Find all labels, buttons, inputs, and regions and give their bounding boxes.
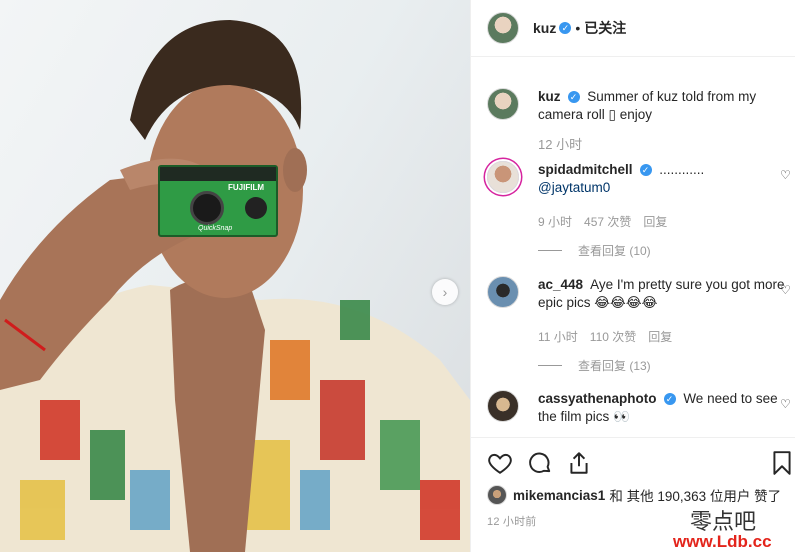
reply-button[interactable]: 回复 [643,213,667,230]
divider [538,250,562,251]
chevron-right-icon: › [442,284,448,300]
verified-badge-icon: ✓ [567,91,580,104]
comment-likes[interactable]: 457 次赞 [584,213,631,230]
list-item: ac_448 Aye I'm pretty sure you got more … [487,276,791,374]
view-replies-button[interactable]: 查看回复 (13) [538,357,787,374]
bookmark-icon[interactable] [769,450,795,476]
caption-time: 12 小时 [538,137,583,152]
comment-likes[interactable]: 110 次赞 [590,328,636,345]
separator-dot: • [575,20,581,36]
verified-badge-icon: ✓ [559,22,572,34]
commenter-avatar[interactable] [487,276,519,308]
post-action-bar [471,437,795,487]
next-photo-button[interactable]: › [432,279,458,305]
caption-comment: kuz ✓ Summer of kuz told from my camera r… [487,88,787,153]
camera-top-bar [160,167,276,181]
likes-count-text: 和 其他 190,363 位用户 赞了 [609,489,782,504]
list-item: cassyathenaphoto ✓ We need to see the fil… [487,390,791,426]
comment-time: 9 小时 [538,215,573,229]
disposable-camera: FUJIFILM QuickSnap [158,165,278,237]
follow-status-button[interactable]: 已关注 [584,18,626,38]
liker-username[interactable]: mikemancias1 [513,488,605,503]
verified-badge-icon: ✓ [639,164,652,177]
post-side-panel: kuz ✓ • 已关注 kuz ✓ Summer of kuz told from… [470,0,795,552]
commenter-username[interactable]: spidadmitchell [538,162,633,177]
view-replies-button[interactable]: 查看回复 (10) [538,242,787,259]
author-avatar[interactable] [487,12,519,44]
commenter-avatar[interactable] [487,161,519,193]
reply-button[interactable]: 回复 [648,328,672,345]
like-comment-heart-icon[interactable]: ♡ [780,398,792,410]
commenter-username[interactable]: ac_448 [538,277,583,292]
like-heart-icon[interactable] [487,450,513,476]
comment-time: 11 小时 [538,330,578,344]
watermark-url: www.Ldb.cc [673,532,772,551]
comment-text: ............ [659,162,705,177]
post-header: kuz ✓ • 已关注 [471,0,795,57]
commenter-username[interactable]: cassyathenaphoto [538,391,657,406]
author-username[interactable]: kuz [533,20,556,36]
camera-flash [245,197,267,219]
author-avatar[interactable] [487,88,519,120]
camera-lens [190,191,224,225]
person-with-camera-illustration [0,20,470,552]
divider [538,365,562,366]
like-comment-heart-icon[interactable]: ♡ [780,169,792,181]
post-timestamp: 12 小时前 [487,516,537,528]
list-item: spidadmitchell ✓ ............ @jaytatum0 … [487,161,791,259]
caption-username[interactable]: kuz [538,89,561,104]
camera-brand-label: FUJIFILM [228,183,264,192]
like-comment-heart-icon[interactable]: ♡ [780,284,792,296]
mention-link[interactable]: @jaytatum0 [538,180,610,195]
camera-model-label: QuickSnap [198,225,233,232]
likes-summary[interactable]: mikemancias1 和 其他 190,363 位用户 赞了 [487,485,781,505]
share-icon[interactable] [566,450,592,476]
comment-bubble-icon[interactable] [527,450,553,476]
post-photo: FUJIFILM QuickSnap › [0,0,470,552]
comments-list: kuz ✓ Summer of kuz told from my camera r… [471,58,795,438]
liker-avatar [487,485,507,505]
commenter-avatar[interactable] [487,390,519,422]
verified-badge-icon: ✓ [663,393,676,406]
